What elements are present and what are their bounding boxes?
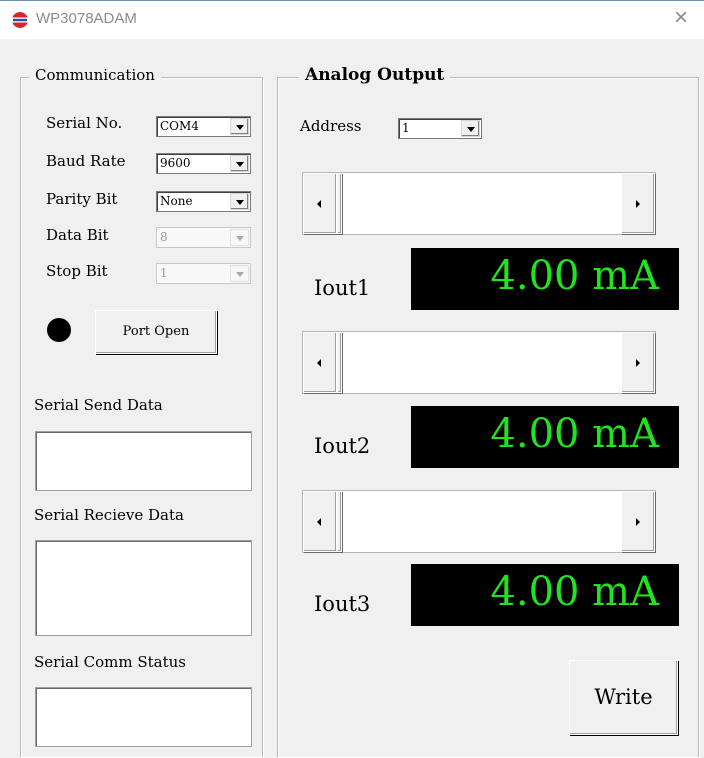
chevron-down-icon	[230, 265, 249, 282]
iout3-display: 4.00 mA	[411, 564, 679, 626]
serial-receive-field[interactable]	[35, 540, 252, 636]
address-value: 1	[402, 121, 410, 135]
port-open-button[interactable]: Port Open	[95, 310, 217, 354]
data-bit-select: 8	[156, 227, 251, 248]
iout2-slider-thumb[interactable]	[337, 332, 342, 393]
scroll-left-arrow-icon[interactable]	[303, 491, 337, 552]
address-label: Address	[300, 117, 362, 135]
scroll-left-arrow-icon[interactable]	[303, 173, 337, 234]
scroll-right-arrow-icon[interactable]	[621, 173, 655, 234]
stop-bit-select: 1	[156, 263, 251, 284]
chevron-down-icon[interactable]	[230, 155, 249, 172]
communication-group: Communication Serial No. COM4 Baud Rate …	[20, 66, 263, 757]
window-title: WP3078ADAM	[36, 10, 137, 27]
scroll-left-arrow-icon[interactable]	[303, 332, 337, 393]
parity-bit-label: Parity Bit	[46, 190, 118, 208]
serial-no-label: Serial No.	[46, 114, 123, 132]
parity-bit-value: None	[160, 194, 193, 208]
iout3-label: Iout3	[314, 592, 371, 616]
title-bar: WP3078ADAM ×	[0, 1, 704, 39]
analog-output-group: Analog Output Address 1 Iout1 4.00 mA Io…	[277, 65, 699, 757]
iout1-slider[interactable]	[302, 172, 656, 235]
iout1-slider-thumb[interactable]	[337, 173, 342, 234]
serial-status-label: Serial Comm Status	[34, 653, 186, 671]
baud-rate-label: Baud Rate	[46, 152, 126, 170]
stop-bit-value: 1	[160, 266, 168, 280]
iout1-label: Iout1	[314, 276, 371, 300]
chevron-down-icon	[230, 229, 249, 246]
scroll-right-arrow-icon[interactable]	[621, 332, 655, 393]
flag-globe-icon	[12, 12, 28, 28]
baud-rate-select[interactable]: 9600	[156, 153, 251, 174]
baud-rate-value: 9600	[160, 156, 191, 170]
app-window: WP3078ADAM × Communication Serial No. CO…	[0, 0, 704, 758]
iout3-slider[interactable]	[302, 490, 656, 553]
write-button-label: Write	[594, 685, 653, 709]
stop-bit-label: Stop Bit	[46, 262, 108, 280]
client-area: Communication Serial No. COM4 Baud Rate …	[0, 39, 704, 758]
write-button[interactable]: Write	[569, 660, 678, 735]
iout3-slider-thumb[interactable]	[337, 491, 342, 552]
iout2-display: 4.00 mA	[411, 406, 679, 468]
iout2-label: Iout2	[314, 434, 371, 458]
parity-bit-select[interactable]: None	[156, 191, 251, 212]
serial-send-field[interactable]	[35, 431, 252, 491]
scroll-right-arrow-icon[interactable]	[621, 491, 655, 552]
data-bit-value: 8	[160, 230, 168, 244]
address-select[interactable]: 1	[398, 118, 482, 139]
serial-send-label: Serial Send Data	[34, 396, 163, 414]
serial-no-select[interactable]: COM4	[156, 116, 251, 137]
data-bit-label: Data Bit	[46, 226, 109, 244]
chevron-down-icon[interactable]	[461, 120, 480, 137]
analog-output-legend: Analog Output	[299, 65, 451, 85]
serial-receive-label: Serial Recieve Data	[34, 506, 184, 524]
chevron-down-icon[interactable]	[230, 193, 249, 210]
chevron-down-icon[interactable]	[230, 118, 249, 135]
close-button[interactable]: ×	[658, 1, 704, 39]
iout2-slider[interactable]	[302, 331, 656, 394]
port-status-led	[47, 318, 71, 342]
serial-status-field[interactable]	[35, 687, 252, 747]
communication-legend: Communication	[29, 66, 161, 84]
serial-no-value: COM4	[160, 119, 199, 133]
iout1-display: 4.00 mA	[411, 248, 679, 310]
port-open-button-label: Port Open	[122, 324, 190, 339]
